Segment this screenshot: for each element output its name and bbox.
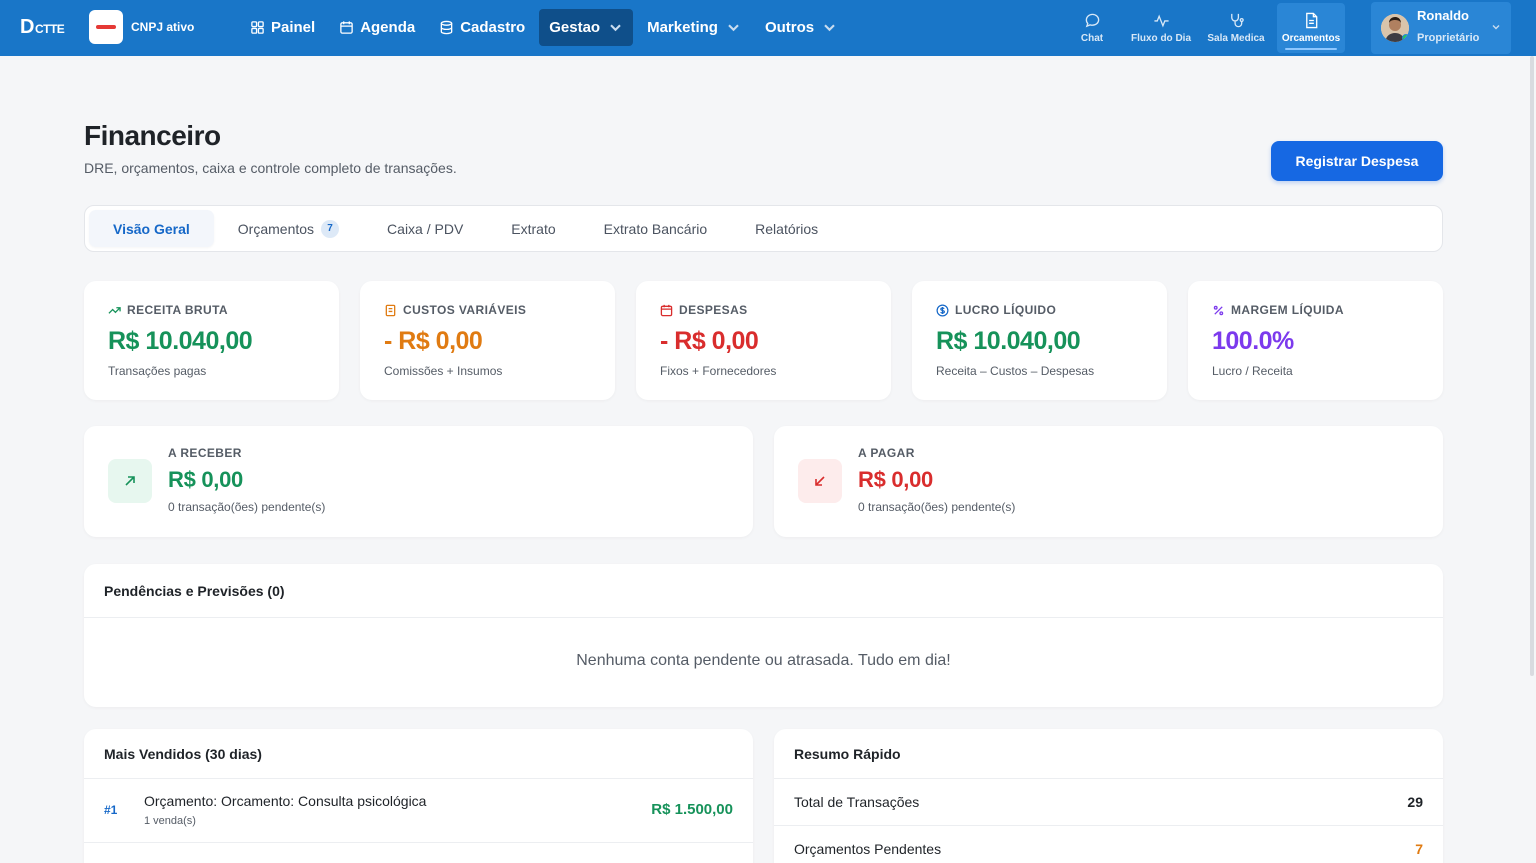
quick-sala-medica[interactable]: Sala Medica: [1203, 3, 1269, 53]
quick-orcamentos[interactable]: Orcamentos: [1277, 3, 1345, 53]
item-sales-count: 1 venda(s): [144, 815, 196, 827]
clinic-logo[interactable]: [89, 10, 123, 44]
kpi-margem-liquida: MARGEM LÍQUIDA 100.0% Lucro / Receita: [1188, 281, 1443, 400]
quick-summary-panel: Resumo Rápido Total de Transações 29 Orç…: [774, 729, 1443, 863]
summary-row: Orçamentos Pendentes 7: [774, 826, 1443, 863]
kpi-custos-variaveis: CUSTOS VARIÁVEIS - R$ 0,00 Comissões + I…: [360, 281, 615, 400]
document-icon: [1305, 12, 1317, 29]
kpi-note: Transações pagas: [108, 364, 207, 378]
page-subtitle: DRE, orçamentos, caixa e controle comple…: [84, 160, 457, 176]
pending-title: Pendências e Previsões (0): [84, 564, 1443, 618]
page-title: Financeiro: [84, 120, 221, 151]
item-name: Orçamento: Orcamento: Consulta psicológi…: [144, 793, 427, 809]
tab-orcamentos[interactable]: Orçamentos 7: [214, 210, 363, 247]
activity-icon: [1153, 14, 1169, 28]
tab-extrato-bancario[interactable]: Extrato Bancário: [580, 210, 732, 247]
page-scrollbar[interactable]: [1530, 56, 1534, 676]
summary-value: 7: [1415, 841, 1423, 857]
chevron-down-icon: [824, 24, 835, 32]
chevron-down-icon: [610, 24, 621, 32]
database-icon: [440, 20, 453, 35]
chevron-down-icon: [728, 24, 739, 32]
receipt-icon: [385, 304, 396, 316]
receivable-label: A RECEBER: [168, 446, 242, 460]
nav-agenda[interactable]: Agenda: [329, 9, 425, 46]
cnpj-status: CNPJ ativo: [131, 20, 195, 34]
nav-painel[interactable]: Painel: [240, 9, 325, 46]
receivable-note: 0 transação(ões) pendente(s): [168, 500, 326, 514]
stethoscope-icon: [1230, 13, 1244, 28]
arrow-up-right-icon: [108, 459, 152, 503]
tab-extrato[interactable]: Extrato: [487, 210, 579, 247]
kpi-value: R$ 10.040,00: [108, 327, 253, 355]
best-sellers-title: Mais Vendidos (30 dias): [84, 729, 753, 779]
nav-gestao[interactable]: Gestao: [539, 9, 634, 46]
nav-marketing[interactable]: Marketing: [637, 9, 751, 46]
tab-relatorios[interactable]: Relatórios: [731, 210, 842, 247]
finance-tabs: Visão Geral Orçamentos 7 Caixa / PDV Extr…: [84, 205, 1443, 252]
receivable-value: R$ 0,00: [168, 467, 243, 492]
calendar-icon: [340, 21, 353, 34]
receivable-card: A RECEBER R$ 0,00 0 transação(ões) pende…: [84, 426, 753, 537]
percent-icon: [1213, 305, 1224, 315]
quick-fluxo-do-dia[interactable]: Fluxo do Dia: [1126, 3, 1196, 53]
app-logo[interactable]: D CTTE: [20, 16, 65, 39]
kpi-note: Receita – Custos – Despesas: [936, 364, 1095, 378]
pending-empty-message: Nenhuma conta pendente ou atrasada. Tudo…: [576, 652, 951, 669]
payable-label: A PAGAR: [858, 446, 915, 460]
kpi-note: Lucro / Receita: [1212, 364, 1293, 378]
payable-value: R$ 0,00: [858, 467, 933, 492]
tab-caixa-pdv[interactable]: Caixa / PDV: [363, 210, 487, 247]
rank-badge: #1: [104, 803, 118, 817]
kpi-note: Fixos + Fornecedores: [660, 364, 777, 378]
user-name: Ronaldo: [1417, 8, 1469, 23]
summary-row: Total de Transações 29: [774, 779, 1443, 826]
chevron-down-icon: [1492, 25, 1500, 30]
kpi-receita-bruta: RECEITA BRUTA R$ 10.040,00 Transações pa…: [84, 281, 339, 400]
summary-label: Total de Transações: [794, 794, 920, 810]
summary-label: Orçamentos Pendentes: [794, 841, 942, 857]
calendar-icon: [660, 304, 673, 316]
pending-panel: Pendências e Previsões (0) Nenhuma conta…: [84, 564, 1443, 707]
nav-outros[interactable]: Outros: [755, 9, 847, 46]
payable-note: 0 transação(ões) pendente(s): [858, 500, 1016, 514]
payable-card: A PAGAR R$ 0,00 0 transação(ões) pendent…: [774, 426, 1443, 537]
tab-visao-geral[interactable]: Visão Geral: [89, 210, 214, 247]
kpi-value: R$ 10.040,00: [936, 327, 1081, 355]
avatar: [1381, 14, 1409, 42]
top-navbar: D CTTE CNPJ ativo Painel Agenda Cadastro …: [0, 0, 1536, 56]
chat-icon: [1085, 13, 1099, 28]
kpi-value: 100.0%: [1212, 327, 1294, 355]
user-menu[interactable]: Ronaldo Proprietário: [1371, 2, 1511, 54]
user-role: Proprietário: [1417, 32, 1480, 44]
arrow-down-left-icon: [798, 459, 842, 503]
quick-chat[interactable]: Chat: [1068, 3, 1116, 53]
trending-up-icon: [108, 306, 121, 314]
item-value: R$ 1.500,00: [651, 801, 733, 818]
register-expense-button[interactable]: Registrar Despesa: [1271, 141, 1443, 181]
kpi-value: - R$ 0,00: [660, 327, 759, 355]
quick-summary-title: Resumo Rápido: [774, 729, 1443, 779]
kpi-value: - R$ 0,00: [384, 327, 483, 355]
kpi-lucro-liquido: LUCRO LÍQUIDO R$ 10.040,00 Receita – Cus…: [912, 281, 1167, 400]
list-item[interactable]: #1 Orçamento: Orcamento: Consulta psicol…: [84, 779, 753, 843]
tab-count-badge: 7: [321, 219, 340, 238]
grid-icon: [251, 21, 264, 34]
summary-value: 29: [1407, 794, 1423, 810]
dollar-circle-icon: [936, 304, 949, 316]
nav-cadastro[interactable]: Cadastro: [429, 9, 535, 46]
kpi-despesas: DESPESAS - R$ 0,00 Fixos + Fornecedores: [636, 281, 891, 400]
best-sellers-panel: Mais Vendidos (30 dias) #1 Orçamento: Or…: [84, 729, 753, 863]
main-nav: Painel Agenda Cadastro Gestao Marketing …: [240, 9, 847, 46]
kpi-note: Comissões + Insumos: [384, 364, 503, 378]
